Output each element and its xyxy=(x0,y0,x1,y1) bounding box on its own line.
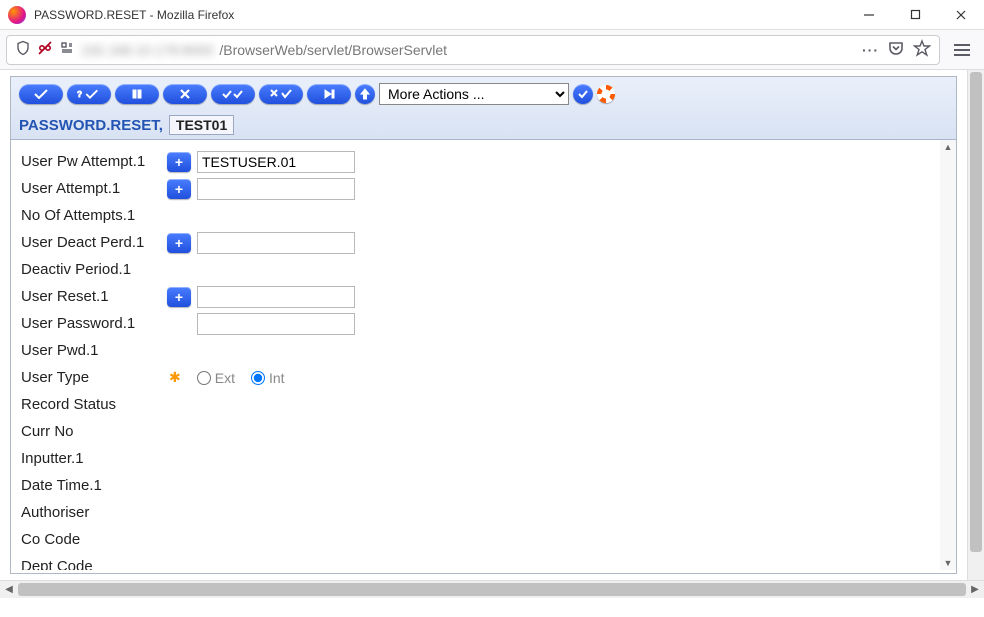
help-icon[interactable] xyxy=(597,85,615,103)
svg-text:?: ? xyxy=(77,89,82,99)
url-host-hidden: 192.168.10.178:8000 xyxy=(81,42,213,58)
form-row: Date Time.1 xyxy=(21,472,946,499)
scrollbar-thumb[interactable] xyxy=(970,72,982,552)
form-row: User Reset.1 + xyxy=(21,283,946,310)
field-label: Curr No xyxy=(21,423,161,440)
page-vertical-scrollbar[interactable] xyxy=(967,70,984,598)
hamburger-menu-button[interactable] xyxy=(946,36,978,64)
form-vertical-scrollbar[interactable]: ▲ ▼ xyxy=(940,140,956,570)
add-multivalue-button[interactable]: + xyxy=(167,233,191,253)
add-multivalue-button[interactable]: + xyxy=(167,179,191,199)
record-title: PASSWORD.RESET, xyxy=(19,117,163,134)
form-row: User Pwd.1 xyxy=(21,337,946,364)
window-close-button[interactable] xyxy=(938,0,984,30)
validate-button[interactable]: ? xyxy=(67,84,111,104)
scroll-down-icon[interactable]: ▼ xyxy=(940,556,956,570)
field-input[interactable] xyxy=(197,151,355,173)
next-button[interactable] xyxy=(307,84,351,104)
window-title: PASSWORD.RESET - Mozilla Firefox xyxy=(34,8,846,22)
user-type-option[interactable]: Ext xyxy=(197,370,235,386)
more-actions-dropdown[interactable]: More Actions ... xyxy=(379,83,569,105)
upload-button[interactable] xyxy=(355,84,375,104)
form-row: User Pw Attempt.1 + xyxy=(21,148,946,175)
field-label: Date Time.1 xyxy=(21,477,161,494)
url-path: /BrowserWeb/servlet/BrowserServlet xyxy=(219,42,447,58)
page-horizontal-scrollbar[interactable]: ◀ ▶ xyxy=(0,580,984,598)
field-label: User Deact Perd.1 xyxy=(21,234,161,251)
radio-input[interactable] xyxy=(197,371,211,385)
reverse-button[interactable] xyxy=(259,84,303,104)
field-label: User Type xyxy=(21,369,161,386)
firefox-logo-icon xyxy=(8,6,26,24)
permissions-icon xyxy=(59,40,75,59)
form-row: User Attempt.1 + xyxy=(21,175,946,202)
field-input[interactable] xyxy=(197,178,355,200)
delete-button[interactable] xyxy=(163,84,207,104)
form-row: User Type ✱ Ext Int xyxy=(21,364,946,391)
field-label: User Attempt.1 xyxy=(21,180,161,197)
field-label: User Password.1 xyxy=(21,315,161,332)
field-label: Dept Code xyxy=(21,558,161,570)
commit-button[interactable] xyxy=(19,84,63,104)
add-multivalue-button[interactable]: + xyxy=(167,287,191,307)
field-input[interactable] xyxy=(197,286,355,308)
field-label: Authoriser xyxy=(21,504,161,521)
form-row: User Deact Perd.1 + xyxy=(21,229,946,256)
window-maximize-button[interactable] xyxy=(892,0,938,30)
field-label: No Of Attempts.1 xyxy=(21,207,161,224)
record-id: TEST01 xyxy=(169,115,234,135)
window-minimize-button[interactable] xyxy=(846,0,892,30)
form-area: User Pw Attempt.1 + User Attempt.1 + No Of A… xyxy=(11,140,956,570)
form-row: User Password.1 xyxy=(21,310,946,337)
field-label: Deactiv Period.1 xyxy=(21,261,161,278)
form-row: No Of Attempts.1 xyxy=(21,202,946,229)
page-actions-icon[interactable]: ··· xyxy=(862,42,879,58)
browser-urlbar-row: 192.168.10.178:8000 /BrowserWeb/servlet/… xyxy=(0,30,984,70)
tracking-off-icon xyxy=(37,40,53,59)
hold-button[interactable] xyxy=(115,84,159,104)
form-row: Deactiv Period.1 xyxy=(21,256,946,283)
radio-input[interactable] xyxy=(251,371,265,385)
pocket-icon[interactable] xyxy=(887,39,905,60)
field-label: User Reset.1 xyxy=(21,288,161,305)
scroll-right-icon[interactable]: ▶ xyxy=(966,581,984,599)
form-row: Record Status xyxy=(21,391,946,418)
form-row: Curr No xyxy=(21,418,946,445)
bookmark-star-icon[interactable] xyxy=(913,39,931,60)
field-label: Inputter.1 xyxy=(21,450,161,467)
scroll-left-icon[interactable]: ◀ xyxy=(0,581,18,599)
window-controls xyxy=(846,0,984,30)
window-titlebar: PASSWORD.RESET - Mozilla Firefox xyxy=(0,0,984,30)
scroll-up-icon[interactable]: ▲ xyxy=(940,140,956,154)
breadcrumb: PASSWORD.RESET, TEST01 xyxy=(19,115,948,135)
app-toolbar: ? xyxy=(11,77,956,140)
add-multivalue-button[interactable]: + xyxy=(167,152,191,172)
form-row: Dept Code xyxy=(21,553,946,570)
field-input[interactable] xyxy=(197,313,355,335)
app-frame: ? xyxy=(10,76,957,574)
radio-label: Int xyxy=(269,370,285,386)
shield-icon xyxy=(15,40,31,59)
form-row: Authoriser xyxy=(21,499,946,526)
radio-label: Ext xyxy=(215,370,235,386)
authorise-button[interactable] xyxy=(211,84,255,104)
field-label: User Pw Attempt.1 xyxy=(21,153,161,170)
field-label: User Pwd.1 xyxy=(21,342,161,359)
url-input[interactable]: 192.168.10.178:8000 /BrowserWeb/servlet/… xyxy=(6,35,940,65)
form-row: Co Code xyxy=(21,526,946,553)
required-star-icon: ✱ xyxy=(169,369,181,386)
field-label: Co Code xyxy=(21,531,161,548)
go-button[interactable] xyxy=(573,84,593,104)
page-viewport: ? xyxy=(0,70,984,598)
field-input[interactable] xyxy=(197,232,355,254)
form-row: Inputter.1 xyxy=(21,445,946,472)
field-label: Record Status xyxy=(21,396,161,413)
scrollbar-thumb[interactable] xyxy=(18,583,966,596)
user-type-option[interactable]: Int xyxy=(251,370,285,386)
